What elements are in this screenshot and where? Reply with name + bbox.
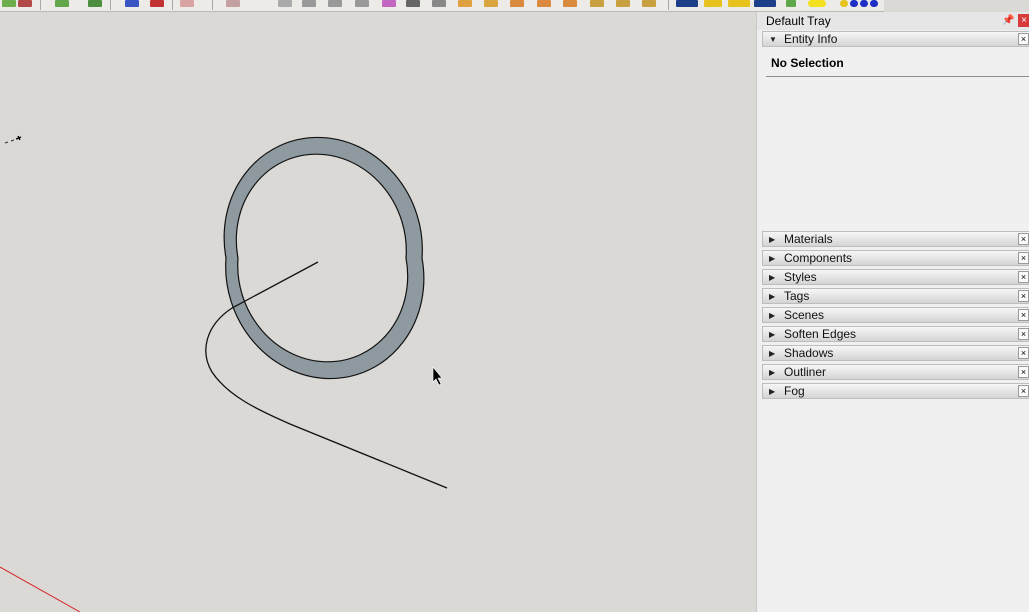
style-dot-icon[interactable]	[870, 0, 878, 7]
zoom-extents-tool-icon[interactable]	[616, 0, 630, 7]
viewport-canvas[interactable]	[0, 12, 755, 612]
panel-label: Entity Info	[784, 32, 838, 46]
panel-header-components[interactable]: ▶ Components ×	[762, 250, 1029, 266]
selection-status: No Selection	[771, 56, 844, 70]
panel-label: Outliner	[784, 365, 827, 379]
panel-header-tags[interactable]: ▶ Tags ×	[762, 288, 1029, 304]
panel-close-button[interactable]: ×	[1018, 233, 1029, 245]
style-dot-icon[interactable]	[860, 0, 868, 7]
tray-title: Default Tray	[766, 14, 831, 28]
tape-tool-icon[interactable]	[355, 0, 369, 7]
expand-triangle-icon[interactable]: ▶	[769, 271, 775, 284]
panel-close-button[interactable]: ×	[1018, 33, 1029, 45]
zoom-tool-icon[interactable]	[563, 0, 577, 7]
shape-tool-icon[interactable]	[150, 0, 164, 7]
panel-label: Scenes	[784, 308, 825, 322]
expand-triangle-icon[interactable]: ▶	[769, 309, 775, 322]
axis-origin-cross	[15, 135, 22, 141]
rotate-tool-icon[interactable]	[278, 0, 292, 7]
offset-tool-icon[interactable]	[328, 0, 342, 7]
panel-close-button[interactable]: ×	[1018, 385, 1029, 397]
paint-tool-icon[interactable]	[55, 0, 69, 7]
dimension-tool-icon[interactable]	[382, 0, 396, 7]
default-tray: Default Tray 📌 × ▼ Entity Info × No Sele…	[756, 12, 1029, 612]
geo-location-icon[interactable]	[786, 0, 796, 7]
panel-label: Styles	[784, 270, 817, 284]
entity-info-body: No Selection	[762, 48, 1029, 229]
toolbar-separator	[172, 0, 173, 10]
expand-triangle-icon[interactable]: ▶	[769, 328, 775, 341]
collapse-triangle-icon[interactable]: ▼	[769, 33, 777, 46]
warehouse-icon[interactable]	[676, 0, 698, 7]
toolbar-separator	[40, 0, 41, 10]
panel-header-entity-info[interactable]: ▼ Entity Info ×	[762, 31, 1029, 47]
toolbar-separator	[212, 0, 213, 10]
line-tool-icon[interactable]	[88, 0, 102, 7]
panel-label: Fog	[784, 384, 805, 398]
panel-label: Soften Edges	[784, 327, 857, 341]
panel-close-button[interactable]: ×	[1018, 366, 1029, 378]
toolbar-separator	[668, 0, 669, 10]
panel-close-button[interactable]: ×	[1018, 252, 1029, 264]
red-axis-line	[0, 566, 81, 612]
extension-manager-icon[interactable]	[754, 0, 776, 7]
pan-tool-icon[interactable]	[537, 0, 551, 7]
panel-close-button[interactable]: ×	[1018, 271, 1029, 283]
style-dot-icon[interactable]	[850, 0, 858, 7]
cursor-arrow-icon	[432, 366, 443, 386]
layout-icon[interactable]	[728, 0, 750, 7]
panel-header-soften-edges[interactable]: ▶ Soften Edges ×	[762, 326, 1029, 342]
extension-warehouse-icon[interactable]	[704, 0, 722, 7]
move-tool-icon[interactable]	[226, 0, 240, 7]
previous-view-icon[interactable]	[642, 0, 656, 7]
panel-header-fog[interactable]: ▶ Fog ×	[762, 383, 1029, 399]
modeling-viewport[interactable]	[0, 12, 755, 612]
panel-header-styles[interactable]: ▶ Styles ×	[762, 269, 1029, 285]
sandbox-icon[interactable]	[808, 0, 826, 7]
panel-header-materials[interactable]: ▶ Materials ×	[762, 231, 1029, 247]
expand-triangle-icon[interactable]: ▶	[769, 252, 775, 265]
main-toolbar	[0, 0, 884, 12]
expand-triangle-icon[interactable]: ▶	[769, 347, 775, 360]
tray-close-button[interactable]: ×	[1018, 14, 1029, 27]
arc-tool-icon[interactable]	[125, 0, 139, 7]
panel-label: Materials	[784, 232, 833, 246]
orbit-tool-icon[interactable]	[510, 0, 524, 7]
protractor-tool-icon[interactable]	[406, 0, 420, 7]
panel-close-button[interactable]: ×	[1018, 347, 1029, 359]
3d-text-tool-icon[interactable]	[484, 0, 498, 7]
expand-triangle-icon[interactable]: ▶	[769, 290, 775, 303]
expand-triangle-icon[interactable]: ▶	[769, 233, 775, 246]
zoom-window-tool-icon[interactable]	[590, 0, 604, 7]
panel-close-button[interactable]: ×	[1018, 309, 1029, 321]
panel-close-button[interactable]: ×	[1018, 328, 1029, 340]
pushpull-tool-icon[interactable]	[180, 0, 194, 7]
pin-icon[interactable]: 📌	[1002, 15, 1014, 27]
scale-tool-icon[interactable]	[302, 0, 316, 7]
panel-close-button[interactable]: ×	[1018, 290, 1029, 302]
expand-triangle-icon[interactable]: ▶	[769, 385, 775, 398]
axes-tool-icon[interactable]	[432, 0, 446, 7]
panel-header-scenes[interactable]: ▶ Scenes ×	[762, 307, 1029, 323]
panel-label: Components	[784, 251, 853, 265]
panel-header-shadows[interactable]: ▶ Shadows ×	[762, 345, 1029, 361]
divider	[766, 76, 1029, 77]
eraser-tool-icon[interactable]	[18, 0, 32, 7]
select-tool-icon[interactable]	[2, 0, 16, 7]
panel-label: Shadows	[784, 346, 834, 360]
ring-surface[interactable]	[223, 136, 425, 380]
tray-header: Default Tray 📌 ×	[757, 12, 1029, 30]
toolbar-separator	[110, 0, 111, 10]
text-tool-icon[interactable]	[458, 0, 472, 7]
panel-label: Tags	[784, 289, 810, 303]
expand-triangle-icon[interactable]: ▶	[769, 366, 775, 379]
style-dot-icon[interactable]	[840, 0, 848, 7]
panel-header-outliner[interactable]: ▶ Outliner ×	[762, 364, 1029, 380]
